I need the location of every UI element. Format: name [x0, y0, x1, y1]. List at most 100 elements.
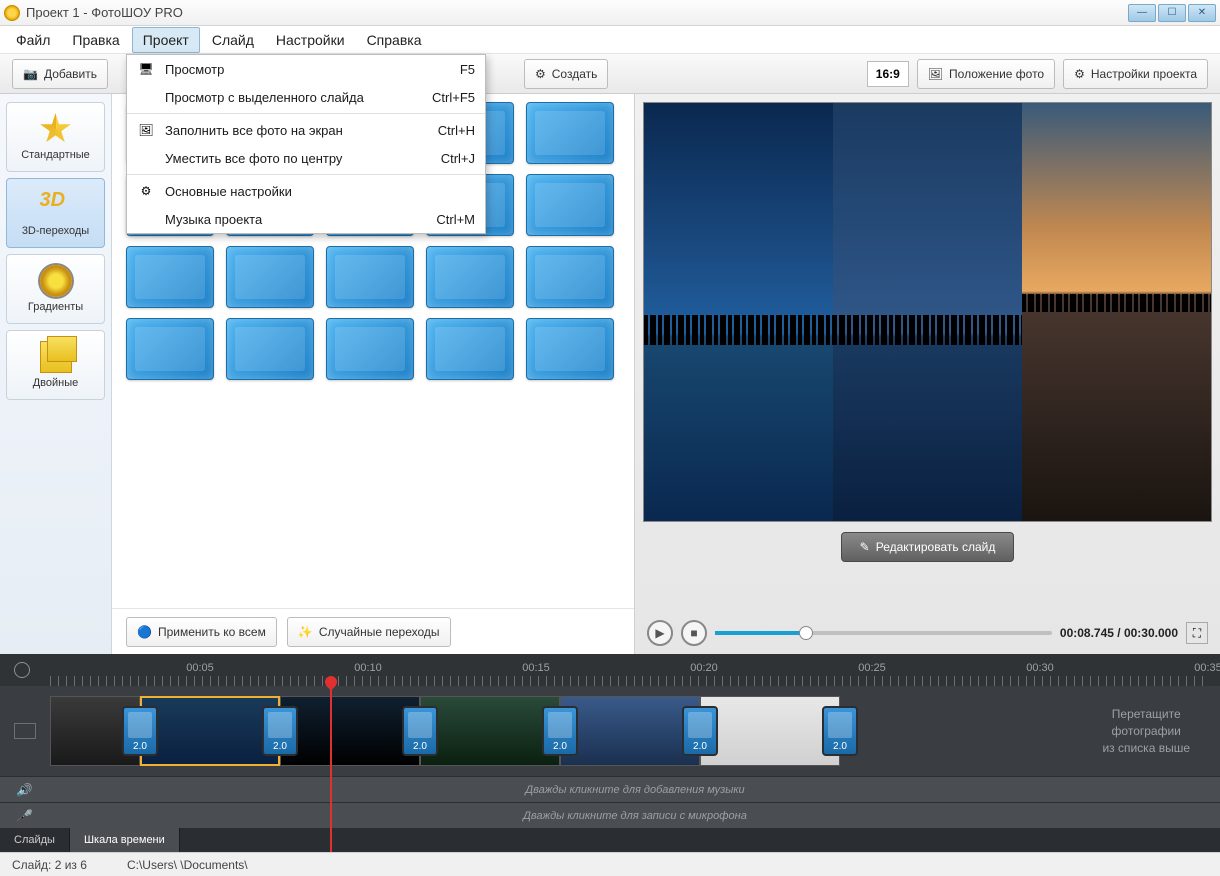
- random-label: Случайные переходы: [319, 625, 440, 639]
- ruler-tick-label: 00:15: [522, 662, 550, 674]
- seek-bar[interactable]: [715, 631, 1052, 635]
- transition-thumb[interactable]: [426, 246, 514, 308]
- clock-icon: [14, 662, 30, 678]
- random-transitions-button[interactable]: ✨ Случайные переходы: [287, 617, 451, 647]
- tab-timeline[interactable]: Шкала времени: [70, 828, 180, 852]
- transition-chip[interactable]: 2.0: [542, 706, 578, 756]
- preview-pane: [644, 103, 833, 521]
- video-track[interactable]: 2.0 2.0 2.0 2.0 2.0 2.0 Перетащите фотог…: [0, 686, 1220, 776]
- category-label: Стандартные: [21, 149, 90, 161]
- gradient-icon: [40, 265, 72, 297]
- 3d-icon: 3D: [40, 189, 72, 221]
- category-gradients[interactable]: Градиенты: [6, 254, 105, 324]
- timeline-ruler[interactable]: 00:0500:1000:1500:2000:2500:3000:35: [0, 654, 1220, 686]
- tab-slides[interactable]: Слайды: [0, 828, 70, 852]
- preview-controls: ▶ ■ 00:08.745 / 00:30.000 ⛶: [635, 612, 1220, 654]
- menu-slide[interactable]: Слайд: [202, 28, 264, 52]
- menu-file[interactable]: Файл: [6, 28, 60, 52]
- timeline-clip[interactable]: [560, 696, 700, 766]
- video-track-icon: [14, 723, 36, 739]
- dropdown-item[interactable]: Просмотр с выделенного слайдаCtrl+F5: [127, 83, 485, 111]
- project-settings-button[interactable]: ⚙ Настройки проекта: [1063, 59, 1208, 89]
- playhead[interactable]: [330, 684, 332, 852]
- dropdown-item[interactable]: 🖼 Заполнить все фото на экранCtrl+H: [127, 116, 485, 144]
- dropdown-item-shortcut: Ctrl+F5: [432, 90, 475, 105]
- transition-thumb[interactable]: [426, 318, 514, 380]
- dropdown-item[interactable]: 🖥ПросмотрF5: [127, 55, 485, 83]
- timeline-clip[interactable]: [280, 696, 420, 766]
- transition-chip[interactable]: 2.0: [262, 706, 298, 756]
- dropdown-item-shortcut: Ctrl+H: [438, 123, 475, 138]
- category-3d[interactable]: 3D 3D-переходы: [6, 178, 105, 248]
- transitions-actions: 🔵 Применить ко всем ✨ Случайные переходы: [112, 608, 634, 654]
- preview-stage: [643, 102, 1212, 522]
- preview-pane: [1022, 103, 1211, 521]
- menu-project[interactable]: Проект: [132, 27, 200, 53]
- mic-track[interactable]: 🎤 Дважды кликните для записи с микрофона: [0, 802, 1220, 828]
- dropdown-item[interactable]: ⚙Основные настройки: [127, 177, 485, 205]
- transition-thumb[interactable]: [326, 246, 414, 308]
- transition-thumb[interactable]: [526, 174, 614, 236]
- transition-thumb[interactable]: [526, 318, 614, 380]
- transition-chip[interactable]: 2.0: [682, 706, 718, 756]
- add-button-label: Добавить: [44, 67, 97, 81]
- add-button[interactable]: 📷 Добавить: [12, 59, 108, 89]
- transition-thumb[interactable]: [326, 318, 414, 380]
- close-button[interactable]: ✕: [1188, 4, 1216, 22]
- photo-icon: 🖼: [137, 122, 155, 138]
- project-menu-dropdown: 🖥ПросмотрF5Просмотр с выделенного слайда…: [126, 54, 486, 234]
- transition-thumb[interactable]: [226, 318, 314, 380]
- timeline-clip[interactable]: [420, 696, 560, 766]
- dropdown-item[interactable]: Уместить все фото по центруCtrl+J: [127, 144, 485, 172]
- transition-thumb[interactable]: [526, 102, 614, 164]
- reel-icon: ⚙: [535, 67, 546, 81]
- apply-all-button[interactable]: 🔵 Применить ко всем: [126, 617, 277, 647]
- transition-duration: 2.0: [553, 741, 567, 752]
- menubar: Файл Правка Проект Слайд Настройки Справ…: [0, 26, 1220, 54]
- maximize-button[interactable]: ☐: [1158, 4, 1186, 22]
- photo-position-button[interactable]: 🖼 Положение фото: [917, 59, 1055, 89]
- transition-chip[interactable]: 2.0: [822, 706, 858, 756]
- seek-knob[interactable]: [799, 626, 813, 640]
- category-standard[interactable]: Стандартные: [6, 102, 105, 172]
- menu-settings[interactable]: Настройки: [266, 28, 355, 52]
- transition-thumb[interactable]: [226, 246, 314, 308]
- statusbar: Слайд: 2 из 6 C:\Users\ \Documents\: [0, 852, 1220, 876]
- blank-icon: [137, 89, 155, 105]
- menu-help[interactable]: Справка: [357, 28, 432, 52]
- dropdown-item-label: Уместить все фото по центру: [165, 151, 441, 166]
- timeline-drop-hint: Перетащите фотографии из списка выше: [1102, 706, 1190, 756]
- create-button[interactable]: ⚙ Создать: [524, 59, 608, 89]
- transition-thumb[interactable]: [126, 246, 214, 308]
- timeline-clip[interactable]: [140, 696, 280, 766]
- play-button[interactable]: ▶: [647, 620, 673, 646]
- titlebar: Проект 1 - ФотоШОУ PRO — ☐ ✕: [0, 0, 1220, 26]
- preview-panel: ✎ Редактировать слайд ▶ ■ 00:08.745 / 00…: [634, 94, 1220, 654]
- menu-edit[interactable]: Правка: [62, 28, 129, 52]
- wand-icon: ✨: [298, 625, 313, 639]
- hint-line: фотографии: [1102, 723, 1190, 740]
- stop-button[interactable]: ■: [681, 620, 707, 646]
- aspect-ratio[interactable]: 16:9: [867, 61, 909, 87]
- transition-thumb[interactable]: [526, 246, 614, 308]
- transition-chip[interactable]: 2.0: [402, 706, 438, 756]
- minimize-button[interactable]: —: [1128, 4, 1156, 22]
- dropdown-item[interactable]: Музыка проектаCtrl+M: [127, 205, 485, 233]
- transition-thumb[interactable]: [126, 318, 214, 380]
- seek-progress: [715, 631, 806, 635]
- apply-all-label: Применить ко всем: [158, 625, 266, 639]
- timeline-clip[interactable]: [700, 696, 840, 766]
- fullscreen-button[interactable]: ⛶: [1186, 622, 1208, 644]
- globe-icon: 🔵: [137, 625, 152, 639]
- dropdown-item-shortcut: F5: [460, 62, 475, 77]
- dropdown-item-shortcut: Ctrl+J: [441, 151, 475, 166]
- category-double[interactable]: Двойные: [6, 330, 105, 400]
- music-track[interactable]: 🔊 Дважды кликните для добавления музыки: [0, 776, 1220, 802]
- transition-chip[interactable]: 2.0: [122, 706, 158, 756]
- gear-icon: ⚙: [1074, 67, 1085, 81]
- blank-icon: [137, 211, 155, 227]
- edit-slide-button[interactable]: ✎ Редактировать слайд: [841, 532, 1015, 562]
- file-path: C:\Users\ \Documents\: [127, 858, 248, 872]
- dropdown-item-label: Заполнить все фото на экран: [165, 123, 438, 138]
- pencil-icon: ✎: [860, 540, 870, 554]
